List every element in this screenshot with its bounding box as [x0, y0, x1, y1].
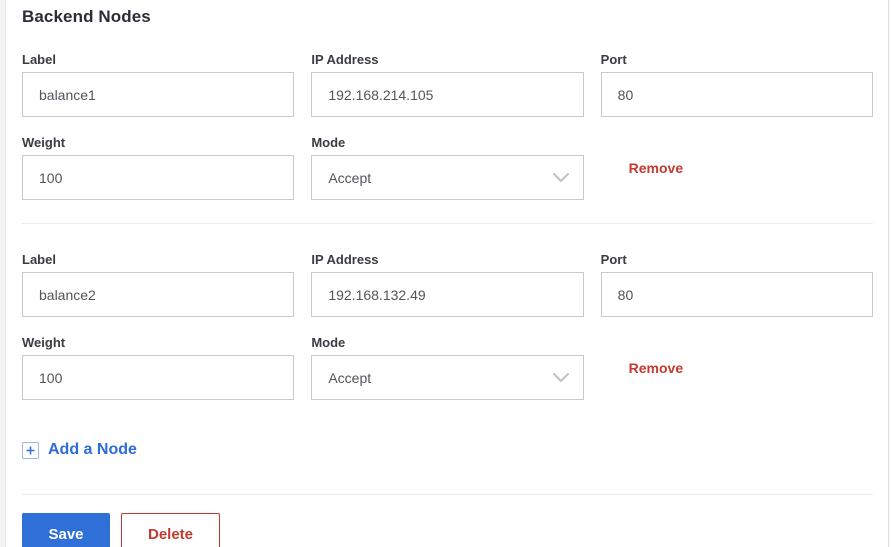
label-field-label: Label: [22, 52, 294, 67]
mode-select-value: Accept: [328, 170, 371, 186]
remove-node-link[interactable]: Remove: [601, 360, 683, 376]
weight-input[interactable]: [22, 355, 294, 400]
add-node-label: Add a Node: [48, 441, 137, 459]
save-button[interactable]: Save: [22, 513, 110, 547]
section-divider: [22, 223, 873, 224]
port-input[interactable]: [601, 72, 873, 117]
field-label-1: Label: [22, 52, 294, 117]
ip-field-label: IP Address: [311, 252, 583, 267]
field-port-1: Port: [601, 52, 873, 117]
mode-field-label: Mode: [311, 335, 583, 350]
form-actions: Save Delete: [22, 513, 873, 547]
field-ip-2: IP Address: [311, 252, 583, 317]
node-section-1: Label IP Address Port Weight Mode Accept: [22, 52, 873, 200]
label-input[interactable]: [22, 272, 294, 317]
port-field-label: Port: [601, 52, 873, 67]
field-weight-2: Weight: [22, 335, 294, 400]
plus-boxed-icon: [22, 442, 39, 459]
field-mode-1: Mode Accept: [311, 135, 583, 200]
panel-left-edge: [0, 0, 6, 547]
chevron-down-icon: [553, 173, 569, 183]
field-port-2: Port: [601, 252, 873, 317]
field-mode-2: Mode Accept: [311, 335, 583, 400]
add-node-button[interactable]: Add a Node: [22, 441, 137, 459]
weight-input[interactable]: [22, 155, 294, 200]
mode-select[interactable]: Accept: [311, 155, 583, 200]
remove-cell-1: Remove: [601, 135, 873, 200]
mode-select[interactable]: Accept: [311, 355, 583, 400]
ip-address-input[interactable]: [311, 272, 583, 317]
remove-cell-2: Remove: [601, 335, 873, 400]
chevron-down-icon: [553, 373, 569, 383]
port-field-label: Port: [601, 252, 873, 267]
port-input[interactable]: [601, 272, 873, 317]
backend-nodes-form: Backend Nodes Label IP Address Port Weig…: [22, 0, 873, 547]
page-title: Backend Nodes: [22, 7, 873, 27]
label-field-label: Label: [22, 252, 294, 267]
label-input[interactable]: [22, 72, 294, 117]
field-ip-1: IP Address: [311, 52, 583, 117]
mode-field-label: Mode: [311, 135, 583, 150]
node-section-2: Label IP Address Port Weight Mode Accept: [22, 252, 873, 400]
footer-divider: [22, 494, 873, 495]
field-label-2: Label: [22, 252, 294, 317]
ip-address-input[interactable]: [311, 72, 583, 117]
field-weight-1: Weight: [22, 135, 294, 200]
weight-field-label: Weight: [22, 335, 294, 350]
ip-field-label: IP Address: [311, 52, 583, 67]
weight-field-label: Weight: [22, 135, 294, 150]
delete-button[interactable]: Delete: [121, 513, 220, 547]
remove-node-link[interactable]: Remove: [601, 160, 683, 176]
mode-select-value: Accept: [328, 370, 371, 386]
